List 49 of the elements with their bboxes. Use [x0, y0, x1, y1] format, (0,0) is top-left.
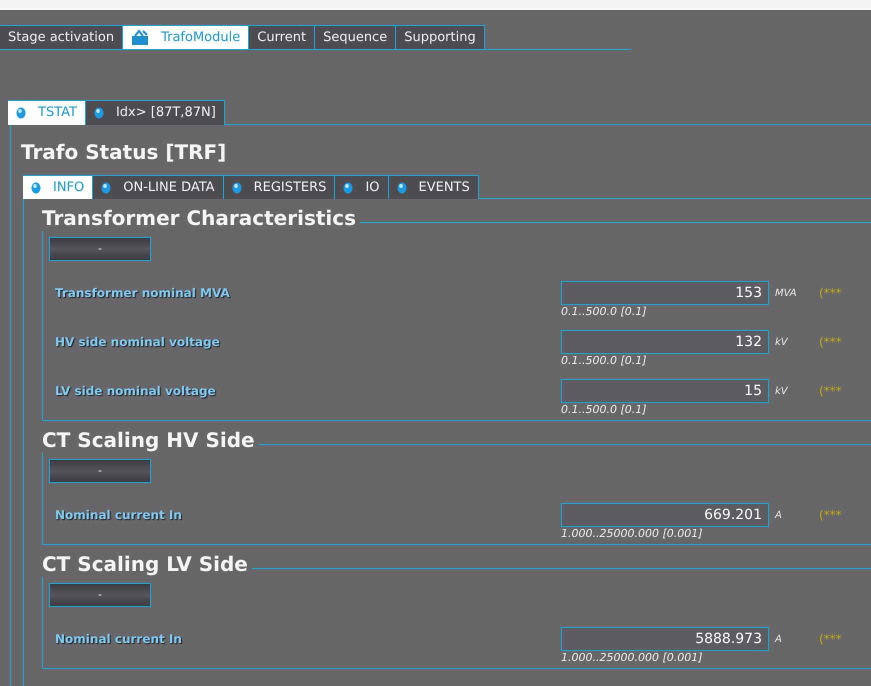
led-icon	[94, 107, 104, 119]
led-icon	[16, 107, 26, 119]
led-icon	[396, 182, 407, 194]
note-label: (***	[819, 334, 842, 351]
page-tab[interactable]: IO	[335, 175, 389, 199]
collapse-button[interactable]: -	[49, 237, 151, 261]
section-heading: CT Scaling HV Side	[42, 427, 255, 453]
collapse-button[interactable]: -	[49, 583, 151, 607]
note-label: (***	[819, 507, 842, 524]
value-field[interactable]: 5888.973	[561, 627, 769, 651]
led-icon	[343, 182, 354, 194]
setting-label: HV side nominal voltage	[54, 334, 221, 351]
led-icon	[101, 182, 112, 194]
unit-label: A	[774, 632, 783, 646]
range-hint: 0.1..500.0 [0.1]	[561, 354, 648, 367]
function-tab[interactable]: Idx> [87T,87N]	[86, 100, 225, 125]
setting-label: Nominal current In	[54, 507, 183, 524]
setting-label: Nominal current In	[54, 631, 183, 648]
value-field[interactable]: 132	[561, 330, 769, 354]
collapse-button[interactable]: -	[49, 459, 151, 483]
page-tab[interactable]: ON-LINE DATA	[93, 175, 224, 199]
unit-label: MVA	[774, 286, 798, 300]
led-icon	[232, 182, 242, 194]
page-tab[interactable]: EVENTS	[388, 175, 479, 199]
top-tab[interactable]: Supporting	[396, 25, 485, 49]
setting-label: LV side nominal voltage	[54, 383, 217, 400]
unit-label: kV	[774, 336, 789, 350]
value-field[interactable]: 669.201	[561, 503, 769, 527]
top-tab[interactable]: Stage activation	[0, 25, 124, 49]
section-heading: CT Scaling LV Side	[42, 551, 248, 577]
range-hint: 1.000..25000.000 [0.001]	[561, 527, 704, 540]
value-field[interactable]: 153	[561, 281, 769, 305]
panel-title: Trafo Status [TRF]	[21, 139, 228, 165]
top-tab[interactable]: Current	[249, 25, 316, 49]
led-icon	[31, 182, 41, 194]
range-hint: 1.000..25000.000 [0.001]	[561, 651, 704, 664]
range-hint: 0.1..500.0 [0.1]	[561, 403, 648, 416]
setting-label: Transformer nominal MVA	[54, 285, 231, 302]
page-tab[interactable]: REGISTERS	[224, 175, 336, 199]
section-heading: Transformer Characteristics	[42, 205, 356, 231]
unit-label: A	[774, 508, 783, 522]
toolbox-icon	[131, 30, 150, 46]
note-label: (***	[819, 631, 842, 648]
note-label: (***	[819, 285, 842, 302]
range-hint: 0.1..500.0 [0.1]	[561, 305, 648, 318]
note-label: (***	[819, 383, 842, 400]
unit-label: kV	[774, 384, 789, 398]
top-tab[interactable]: Sequence	[315, 25, 396, 49]
value-field[interactable]: 15	[561, 379, 769, 403]
